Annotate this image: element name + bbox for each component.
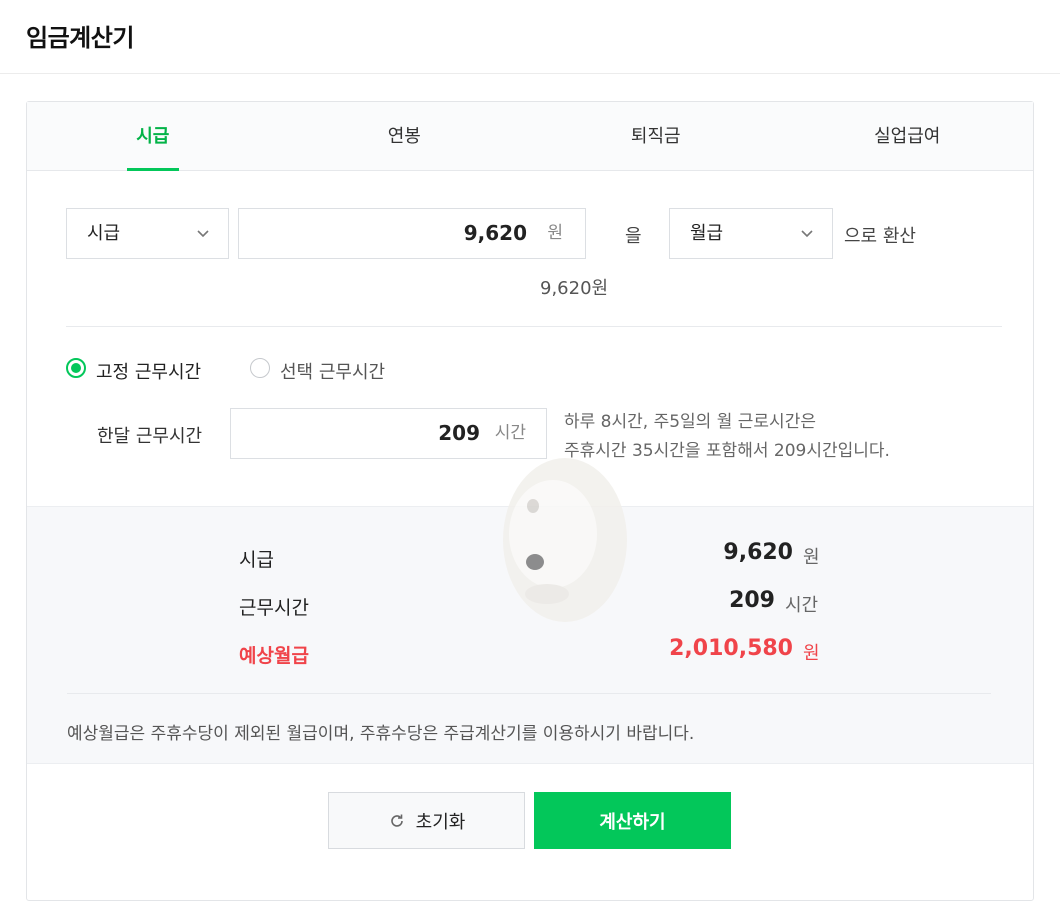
from-unit-select[interactable]: 시급 xyxy=(66,208,229,259)
amount-unit: 원 xyxy=(547,223,563,243)
dog-mascot-icon xyxy=(503,458,627,622)
tab-hourly[interactable]: 시급 xyxy=(27,102,279,171)
hint-line-1: 하루 8시간, 주5일의 월 근로시간은 xyxy=(564,412,816,432)
amount-value: 9,620 xyxy=(463,221,527,245)
result-monthly-label: 예상월급 xyxy=(239,645,309,667)
result-hourly-unit: 원 xyxy=(803,547,820,568)
reset-button[interactable]: 초기화 xyxy=(328,792,525,849)
chevron-down-icon xyxy=(197,230,209,238)
tab-unemployment[interactable]: 실업급여 xyxy=(782,102,1034,170)
refresh-icon xyxy=(390,814,403,827)
calculate-button-label: 계산하기 xyxy=(599,811,666,833)
result-divider xyxy=(67,693,991,694)
from-unit-select-value: 시급 xyxy=(87,223,121,244)
reset-button-label: 초기화 xyxy=(415,811,466,833)
monthly-hours-input[interactable]: 209 시간 xyxy=(230,408,547,459)
result-hours-unit: 시간 xyxy=(785,595,819,616)
app-header: 임금계산기 xyxy=(0,0,1060,74)
chevron-down-icon xyxy=(801,230,813,238)
monthly-hours-value: 209 xyxy=(438,421,480,445)
page-title: 임금계산기 xyxy=(26,24,134,52)
tab-severance[interactable]: 퇴직금 xyxy=(530,102,782,170)
tab-bar: 시급 연봉 퇴직금 실업급여 xyxy=(27,102,1033,171)
to-unit-select[interactable]: 월급 xyxy=(669,208,833,259)
calculate-button[interactable]: 계산하기 xyxy=(534,792,731,849)
monthly-hours-unit: 시간 xyxy=(494,423,526,443)
amount-readout: 9,620원 xyxy=(540,278,609,299)
section-divider xyxy=(66,326,1002,327)
radio-fixed-hours-label[interactable]: 고정 근무시간 xyxy=(96,358,201,384)
convert-suffix: 으로 환산 xyxy=(844,226,916,247)
result-monthly-value: 2,010,580 xyxy=(669,636,793,661)
radio-select-hours-label[interactable]: 선택 근무시간 xyxy=(280,358,385,384)
monthly-hours-label: 한달 근무시간 xyxy=(97,426,203,447)
result-hourly-label: 시급 xyxy=(239,549,274,571)
tab-annual-salary[interactable]: 연봉 xyxy=(279,102,531,170)
radio-select-hours[interactable] xyxy=(250,358,270,378)
result-hourly-value: 9,620 xyxy=(723,540,793,565)
radio-fixed-hours[interactable] xyxy=(66,358,86,378)
calculator-card: 시급 연봉 퇴직금 실업급여 시급 9,620 원 을 월급 으로 환산 9,6… xyxy=(26,101,1034,901)
object-particle: 을 xyxy=(625,226,642,247)
result-hours-label: 근무시간 xyxy=(239,597,309,619)
result-hours-value: 209 xyxy=(729,588,775,613)
amount-input[interactable]: 9,620 원 xyxy=(238,208,586,259)
result-monthly-unit: 원 xyxy=(803,643,820,664)
result-notice: 예상월급은 주휴수당이 제외된 월급이며, 주휴수당은 주급계산기를 이용하시기… xyxy=(67,724,695,744)
to-unit-select-value: 월급 xyxy=(690,223,724,244)
